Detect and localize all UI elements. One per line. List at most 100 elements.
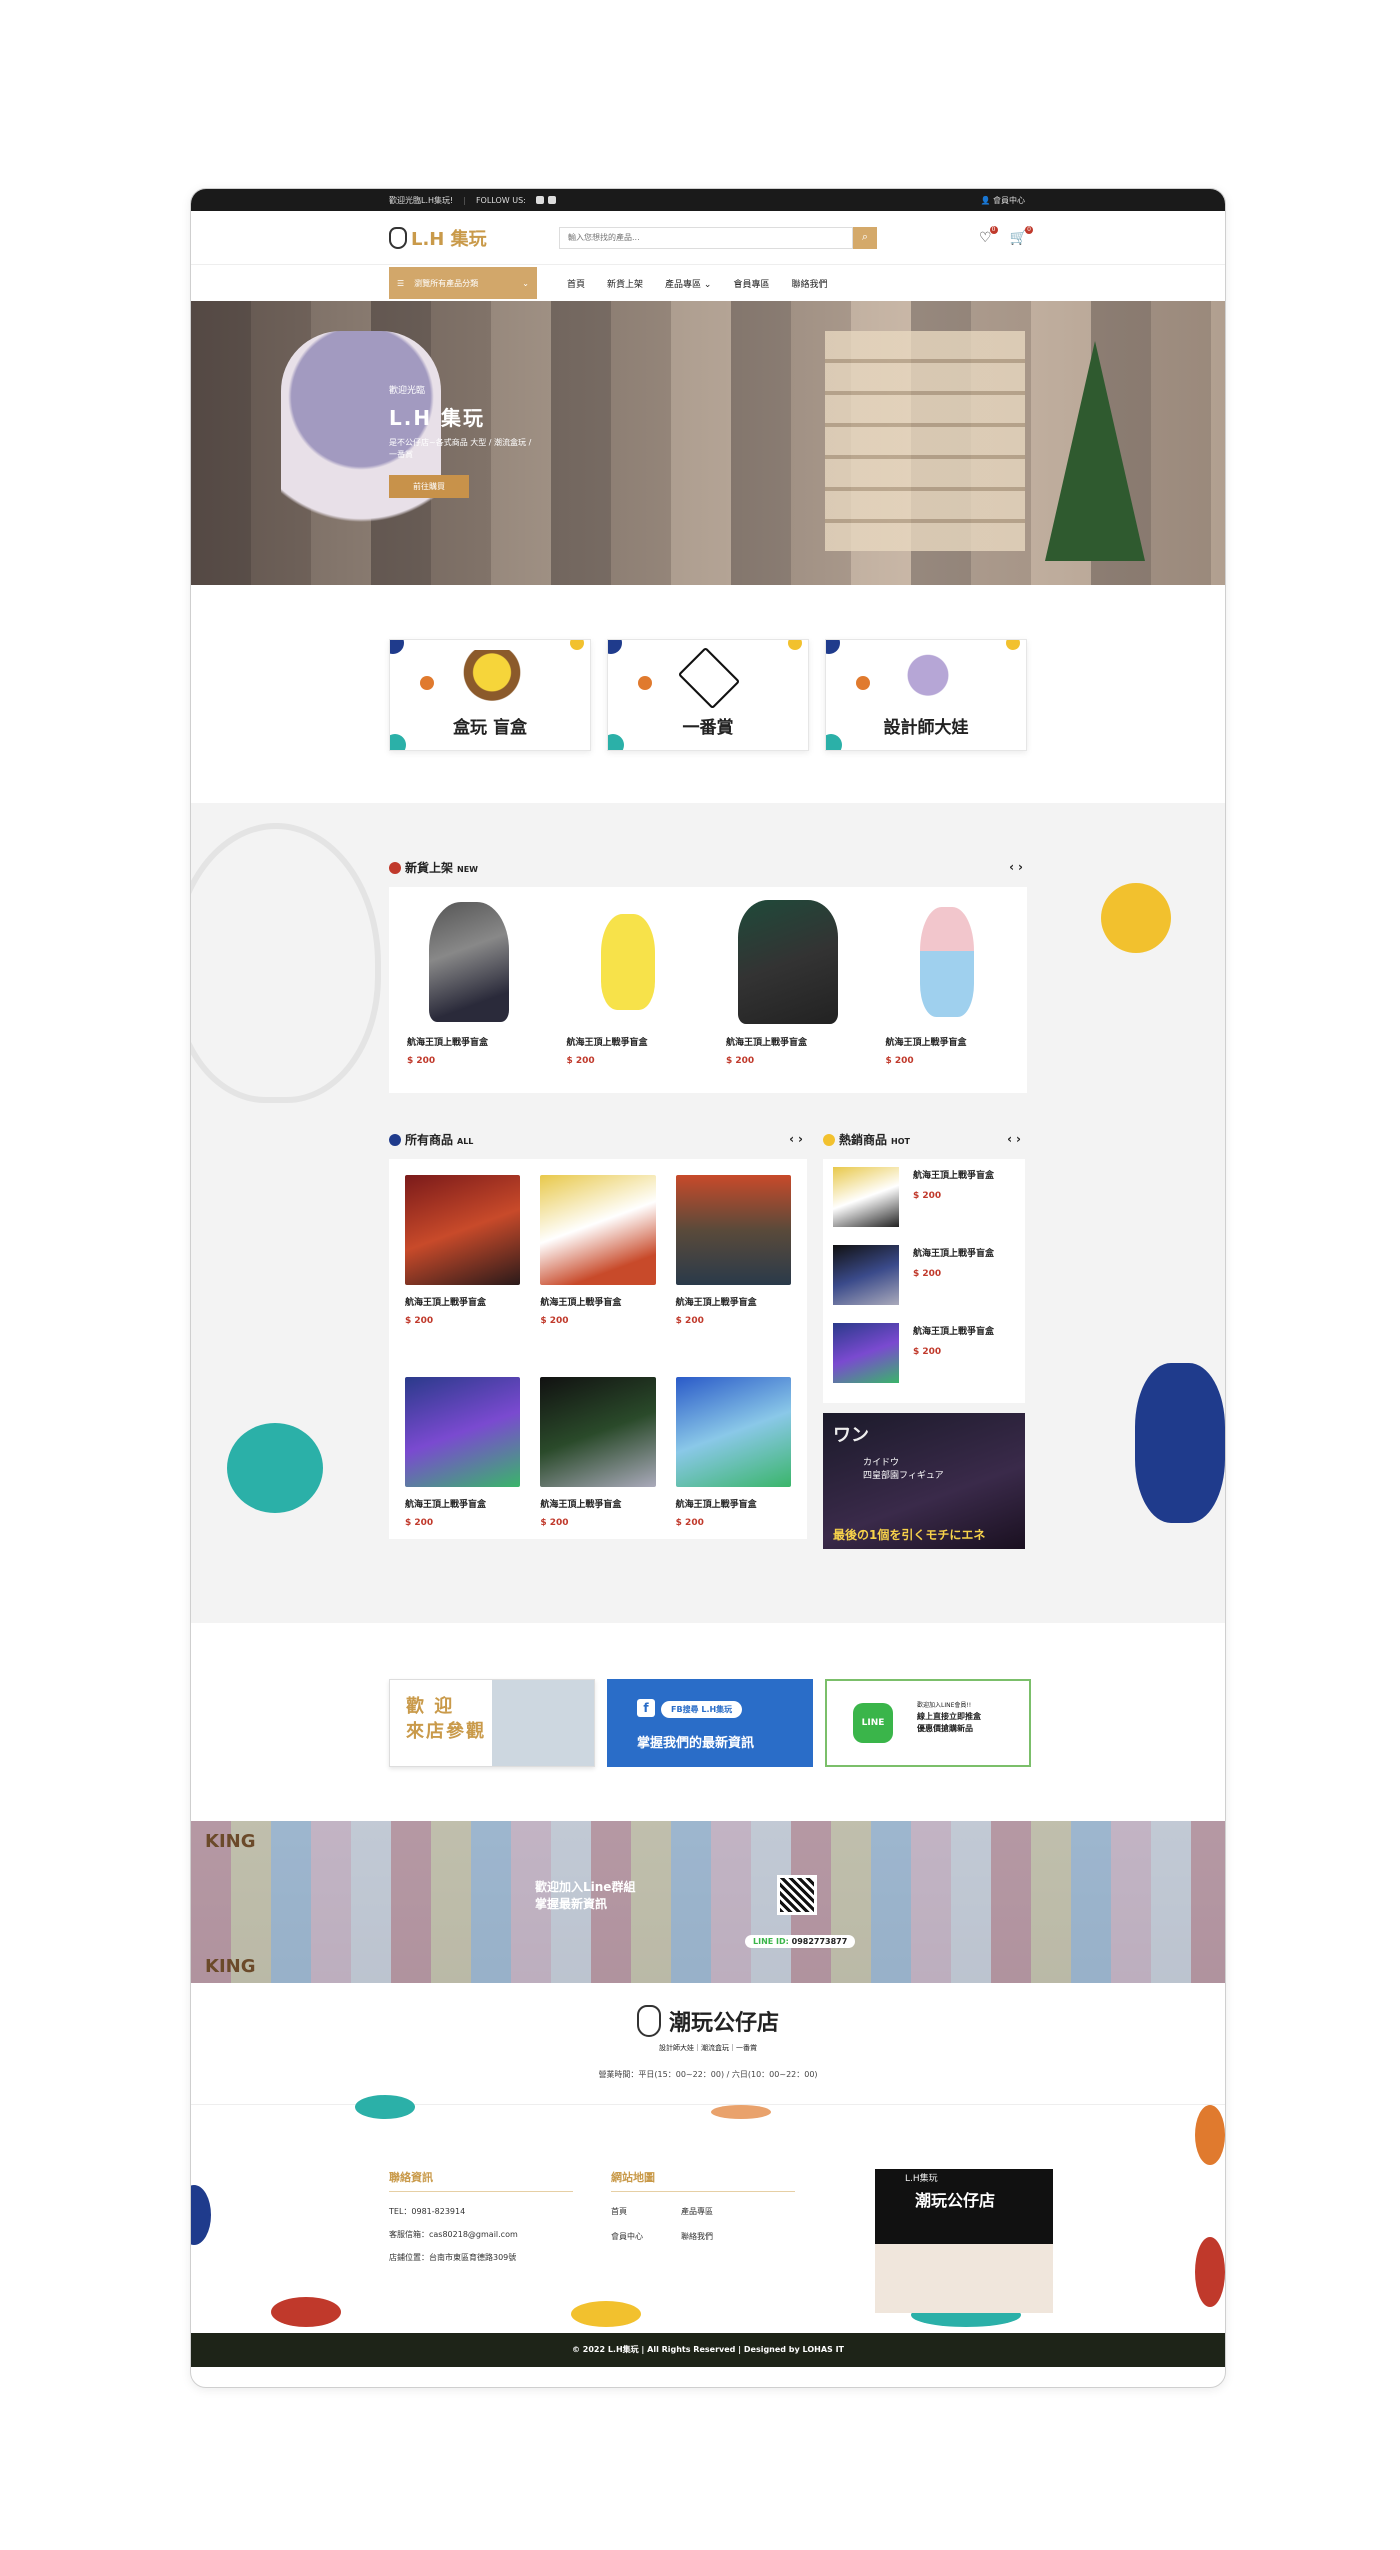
instagram-icon[interactable] bbox=[535, 196, 544, 204]
sitemap-link[interactable]: 聯絡我們 bbox=[681, 2231, 751, 2242]
copyright-bar: © 2022 L.H集玩 | All Rights Reserved | Des… bbox=[191, 2333, 1225, 2367]
product-image bbox=[601, 914, 656, 1010]
welcome-text: 歡迎光臨L.H集玩! bbox=[389, 195, 454, 205]
menu-icon: ☰ bbox=[397, 278, 405, 288]
prev-arrow-icon[interactable]: ‹ bbox=[789, 1132, 798, 1146]
prev-arrow-icon[interactable]: ‹ bbox=[1009, 860, 1018, 874]
brand-section: 潮玩公仔店 設計師大娃｜潮流盒玩｜一番賞 營業時間：平日(15：00~22：00… bbox=[191, 1983, 1225, 2105]
facebook-icon[interactable] bbox=[547, 196, 556, 204]
search-bar: ⌕ bbox=[559, 226, 877, 249]
nav-new[interactable]: 新貨上架 bbox=[607, 277, 643, 290]
search-button[interactable]: ⌕ bbox=[853, 226, 877, 249]
all-products: 所有商品 ALL ‹› 航海王頂上戰爭盲盒 $ 200 航海王頂上戰爭盲盒 $ 2… bbox=[389, 1127, 807, 1549]
product-name: 航海王頂上戰爭盲盒 bbox=[675, 1298, 757, 1308]
facebook-banner[interactable]: f FB搜尋 L.H集玩 掌握我們的最新資訊 bbox=[607, 1679, 813, 1767]
next-arrow-icon[interactable]: › bbox=[798, 1132, 807, 1146]
category-card-blind-box[interactable]: 盒玩 盲盒 bbox=[389, 639, 591, 751]
facebook-page-widget[interactable]: L.H集玩 潮玩公仔店 bbox=[875, 2169, 1053, 2313]
member-link[interactable]: 👤 會員中心 bbox=[980, 195, 1025, 206]
product-name: 航海王頂上戰爭盲盒 bbox=[913, 1249, 995, 1259]
bunny-logo-icon bbox=[389, 226, 407, 249]
fb-widget-name: L.H集玩 bbox=[905, 2174, 938, 2184]
social-icons[interactable] bbox=[535, 196, 556, 204]
promo-banners: 歡 迎 來店參觀 f FB搜尋 L.H集玩 掌握我們的最新資訊 LINE 歡迎加… bbox=[191, 1623, 1225, 1821]
section-subtitle: ALL bbox=[457, 1136, 474, 1146]
hero-title: L.H 集玩 bbox=[389, 406, 486, 430]
category-card-designer-toys[interactable]: 設計師大娃 bbox=[825, 639, 1027, 751]
product-card[interactable]: 航海王頂上戰爭盲盒 $ 200 bbox=[389, 899, 549, 1081]
line-group-text: 歡迎加入Line群組 bbox=[535, 1880, 636, 1894]
sitemap-link[interactable]: 產品專區 bbox=[681, 2206, 751, 2217]
product-name: 航海王頂上戰爭盲盒 bbox=[405, 1499, 487, 1510]
fb-widget-title: 潮玩公仔店 bbox=[915, 2191, 996, 2210]
hero-buy-button[interactable]: 前往購買 bbox=[389, 475, 469, 498]
product-price: $ 200 bbox=[885, 1056, 914, 1066]
product-price: $ 200 bbox=[913, 1190, 942, 1201]
shelf-text: KING bbox=[205, 1831, 256, 1852]
address-text: 店鋪位置：台南市東區育德路309號 bbox=[389, 2253, 517, 2262]
fb-search-pill: FB搜尋 L.H集玩 bbox=[661, 1701, 743, 1718]
shelf-text: KING bbox=[205, 1956, 256, 1977]
next-arrow-icon[interactable]: › bbox=[1016, 1132, 1025, 1146]
hot-products: 熱銷商品 HOT ‹› 航海王頂上戰爭盲盒 $ 200 航海王頂上戰爭盲盒 $ 200… bbox=[823, 1127, 1025, 1549]
hot-product-item[interactable]: 航海王頂上戰爭盲盒 $ 200 bbox=[833, 1245, 1015, 1323]
search-icon: ⌕ bbox=[861, 231, 869, 243]
hot-product-item[interactable]: 航海王頂上戰爭盲盒 $ 200 bbox=[833, 1167, 1015, 1245]
product-image bbox=[675, 1175, 791, 1285]
line-group-banner: KING KING 歡迎加入Line群組 掌握最新資訊 LINE ID: 0982… bbox=[191, 1821, 1225, 1983]
line-banner[interactable]: LINE 歡迎加入LINE會員!! 線上直接立即推盒 優惠價搶購新品 bbox=[825, 1679, 1031, 1767]
product-image bbox=[540, 1376, 656, 1487]
next-arrow-icon[interactable]: › bbox=[1018, 860, 1027, 874]
wishlist-icon[interactable]: ♡ 0 bbox=[979, 225, 998, 246]
nav-contact[interactable]: 聯絡我們 bbox=[791, 277, 827, 290]
product-image bbox=[540, 1175, 656, 1285]
sitemap-link[interactable]: 會員中心 bbox=[611, 2231, 681, 2242]
cart-icon[interactable]: 🛒 0 bbox=[1010, 225, 1033, 246]
product-card[interactable]: 航海王頂上戰爭盲盒 $ 200 bbox=[675, 1376, 791, 1540]
sitemap-link[interactable]: 首頁 bbox=[611, 2206, 681, 2217]
top-bar: 歡迎光臨L.H集玩! | FOLLOW US: 👤 會員中心 bbox=[191, 189, 1225, 211]
product-card[interactable]: 航海王頂上戰爭盲盒 $ 200 bbox=[868, 899, 1028, 1081]
product-card[interactable]: 航海王頂上戰爭盲盒 $ 200 bbox=[708, 899, 868, 1081]
hot-product-item[interactable]: 航海王頂上戰爭盲盒 $ 200 bbox=[833, 1323, 1015, 1401]
category-card-ichiban[interactable]: 一番賞 bbox=[607, 639, 809, 751]
chevron-down-icon: ⌄ bbox=[522, 278, 529, 288]
product-price: $ 200 bbox=[913, 1268, 942, 1279]
hot-ad-banner[interactable]: ワン カイドウ 四皇部園フィギュア 最後の1個を引くモチにエネ bbox=[823, 1413, 1025, 1549]
site-logo[interactable]: L.H 集玩 bbox=[389, 225, 559, 251]
product-card[interactable]: 航海王頂上戰爭盲盒 $ 200 bbox=[540, 1376, 656, 1540]
product-price: $ 200 bbox=[540, 1316, 569, 1326]
nav-products[interactable]: 產品專區 ⌄ bbox=[665, 277, 711, 290]
welcome-text: 歡 迎 來店參觀 bbox=[406, 1696, 486, 1743]
product-card[interactable]: 航海王頂上戰爭盲盒 $ 200 bbox=[540, 1175, 656, 1365]
product-card[interactable]: 航海王頂上戰爭盲盒 $ 200 bbox=[405, 1376, 521, 1540]
line-icon: LINE bbox=[853, 1703, 893, 1743]
category-title: 設計師大娃 bbox=[883, 718, 969, 738]
product-image bbox=[428, 902, 509, 1022]
prev-arrow-icon[interactable]: ‹ bbox=[1007, 1132, 1016, 1146]
category-title: 盒玩 盲盒 bbox=[453, 718, 527, 738]
hero-description: 是不公仔店~各式商品 大型 / 潮流盒玩 / 一番賞 bbox=[389, 438, 532, 459]
product-card[interactable]: 航海王頂上戰爭盲盒 $ 200 bbox=[675, 1175, 791, 1365]
product-image bbox=[737, 900, 838, 1024]
line-group-subtext: 掌握最新資訊 bbox=[535, 1896, 608, 1911]
category-menu-button[interactable]: ☰ 瀏覽所有產品分類 ⌄ bbox=[389, 267, 537, 299]
new-arrivals: 新貨上架 NEW ‹› 航海王頂上戰爭盲盒 $ 200 航海王頂上戰爭盲盒 $ 2… bbox=[389, 855, 1027, 1093]
nav-member[interactable]: 會員專區 bbox=[733, 277, 769, 290]
brand-tagline: 設計師大娃｜潮流盒玩｜一番賞 bbox=[659, 2044, 757, 2052]
hero-banner: 歡迎光臨 L.H 集玩 是不公仔店~各式商品 大型 / 潮流盒玩 / 一番賞 前… bbox=[191, 301, 1225, 585]
product-name: 航海王頂上戰爭盲盒 bbox=[913, 1171, 995, 1181]
follow-label: FOLLOW US: bbox=[475, 195, 526, 205]
nav-home[interactable]: 首頁 bbox=[567, 277, 585, 290]
product-price: $ 200 bbox=[566, 1056, 595, 1066]
product-name: 航海王頂上戰爭盲盒 bbox=[407, 1038, 489, 1048]
product-card[interactable]: 航海王頂上戰爭盲盒 $ 200 bbox=[405, 1175, 521, 1365]
brand-name: 潮玩公仔店 bbox=[668, 2011, 779, 2036]
phone-text[interactable]: TEL：0981-823914 bbox=[389, 2206, 573, 2217]
product-card[interactable]: 航海王頂上戰爭盲盒 $ 200 bbox=[549, 899, 709, 1081]
ad-caption: カイドウ 四皇部園フィギュア bbox=[863, 1458, 944, 1481]
search-input[interactable] bbox=[559, 226, 853, 249]
welcome-banner[interactable]: 歡 迎 來店參觀 bbox=[389, 1679, 595, 1767]
product-image bbox=[405, 1175, 521, 1285]
email-text[interactable]: 客服信箱：cas80218@gmail.com bbox=[389, 2229, 573, 2240]
